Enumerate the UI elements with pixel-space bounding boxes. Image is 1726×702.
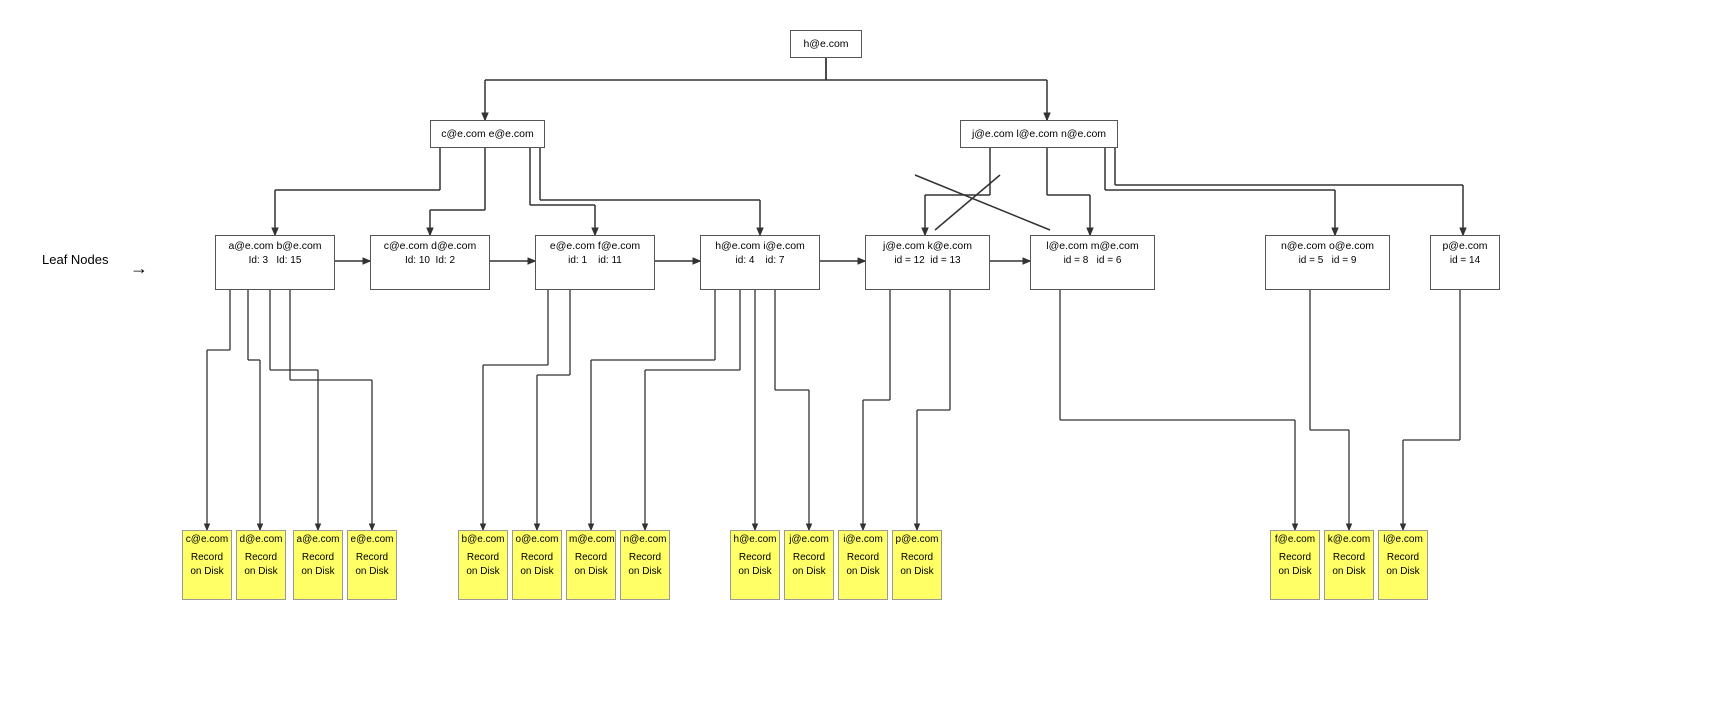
node-cd: c@e.com d@e.com Id: 10 Id: 2	[370, 235, 490, 290]
leaf-arrow: →	[130, 258, 148, 279]
bottom-b: b@e.com Record on Disk	[458, 530, 508, 600]
bottom-p: p@e.com Record on Disk	[892, 530, 942, 600]
node-lm: l@e.com m@e.com id = 8 id = 6	[1030, 235, 1155, 290]
bottom-l: l@e.com Record on Disk	[1378, 530, 1428, 600]
bottom-h: h@e.com Record on Disk	[730, 530, 780, 600]
bottom-o: o@e.com Record on Disk	[512, 530, 562, 600]
node-l2-left: c@e.com e@e.com	[430, 120, 545, 148]
bottom-k: k@e.com Record on Disk	[1324, 530, 1374, 600]
node-l2-right: j@e.com l@e.com n@e.com	[960, 120, 1118, 148]
bottom-d: d@e.com Record on Disk	[236, 530, 286, 600]
bottom-j: j@e.com Record on Disk	[784, 530, 834, 600]
bottom-a: a@e.com Record on Disk	[293, 530, 343, 600]
node-ab: a@e.com b@e.com Id: 3 Id: 15	[215, 235, 335, 290]
node-ef: e@e.com f@e.com id: 1 id: 11	[535, 235, 655, 290]
node-jk: j@e.com k@e.com id = 12 id = 13	[865, 235, 990, 290]
leaf-nodes-label: Leaf Nodes	[42, 252, 109, 267]
node-root: h@e.com	[790, 30, 862, 58]
node-hi: h@e.com i@e.com id: 4 id: 7	[700, 235, 820, 290]
bottom-n: n@e.com Record on Disk	[620, 530, 670, 600]
node-p: p@e.com id = 14	[1430, 235, 1500, 290]
bottom-m: m@e.com Record on Disk	[566, 530, 616, 600]
bottom-c: c@e.com Record on Disk	[182, 530, 232, 600]
bottom-e: e@e.com Record on Disk	[347, 530, 397, 600]
bottom-f: f@e.com Record on Disk	[1270, 530, 1320, 600]
node-no: n@e.com o@e.com id = 5 id = 9	[1265, 235, 1390, 290]
bottom-i: i@e.com Record on Disk	[838, 530, 888, 600]
diagram-container: Leaf Nodes → h@e.com c@e.com e@e.com j@e…	[0, 0, 1726, 702]
